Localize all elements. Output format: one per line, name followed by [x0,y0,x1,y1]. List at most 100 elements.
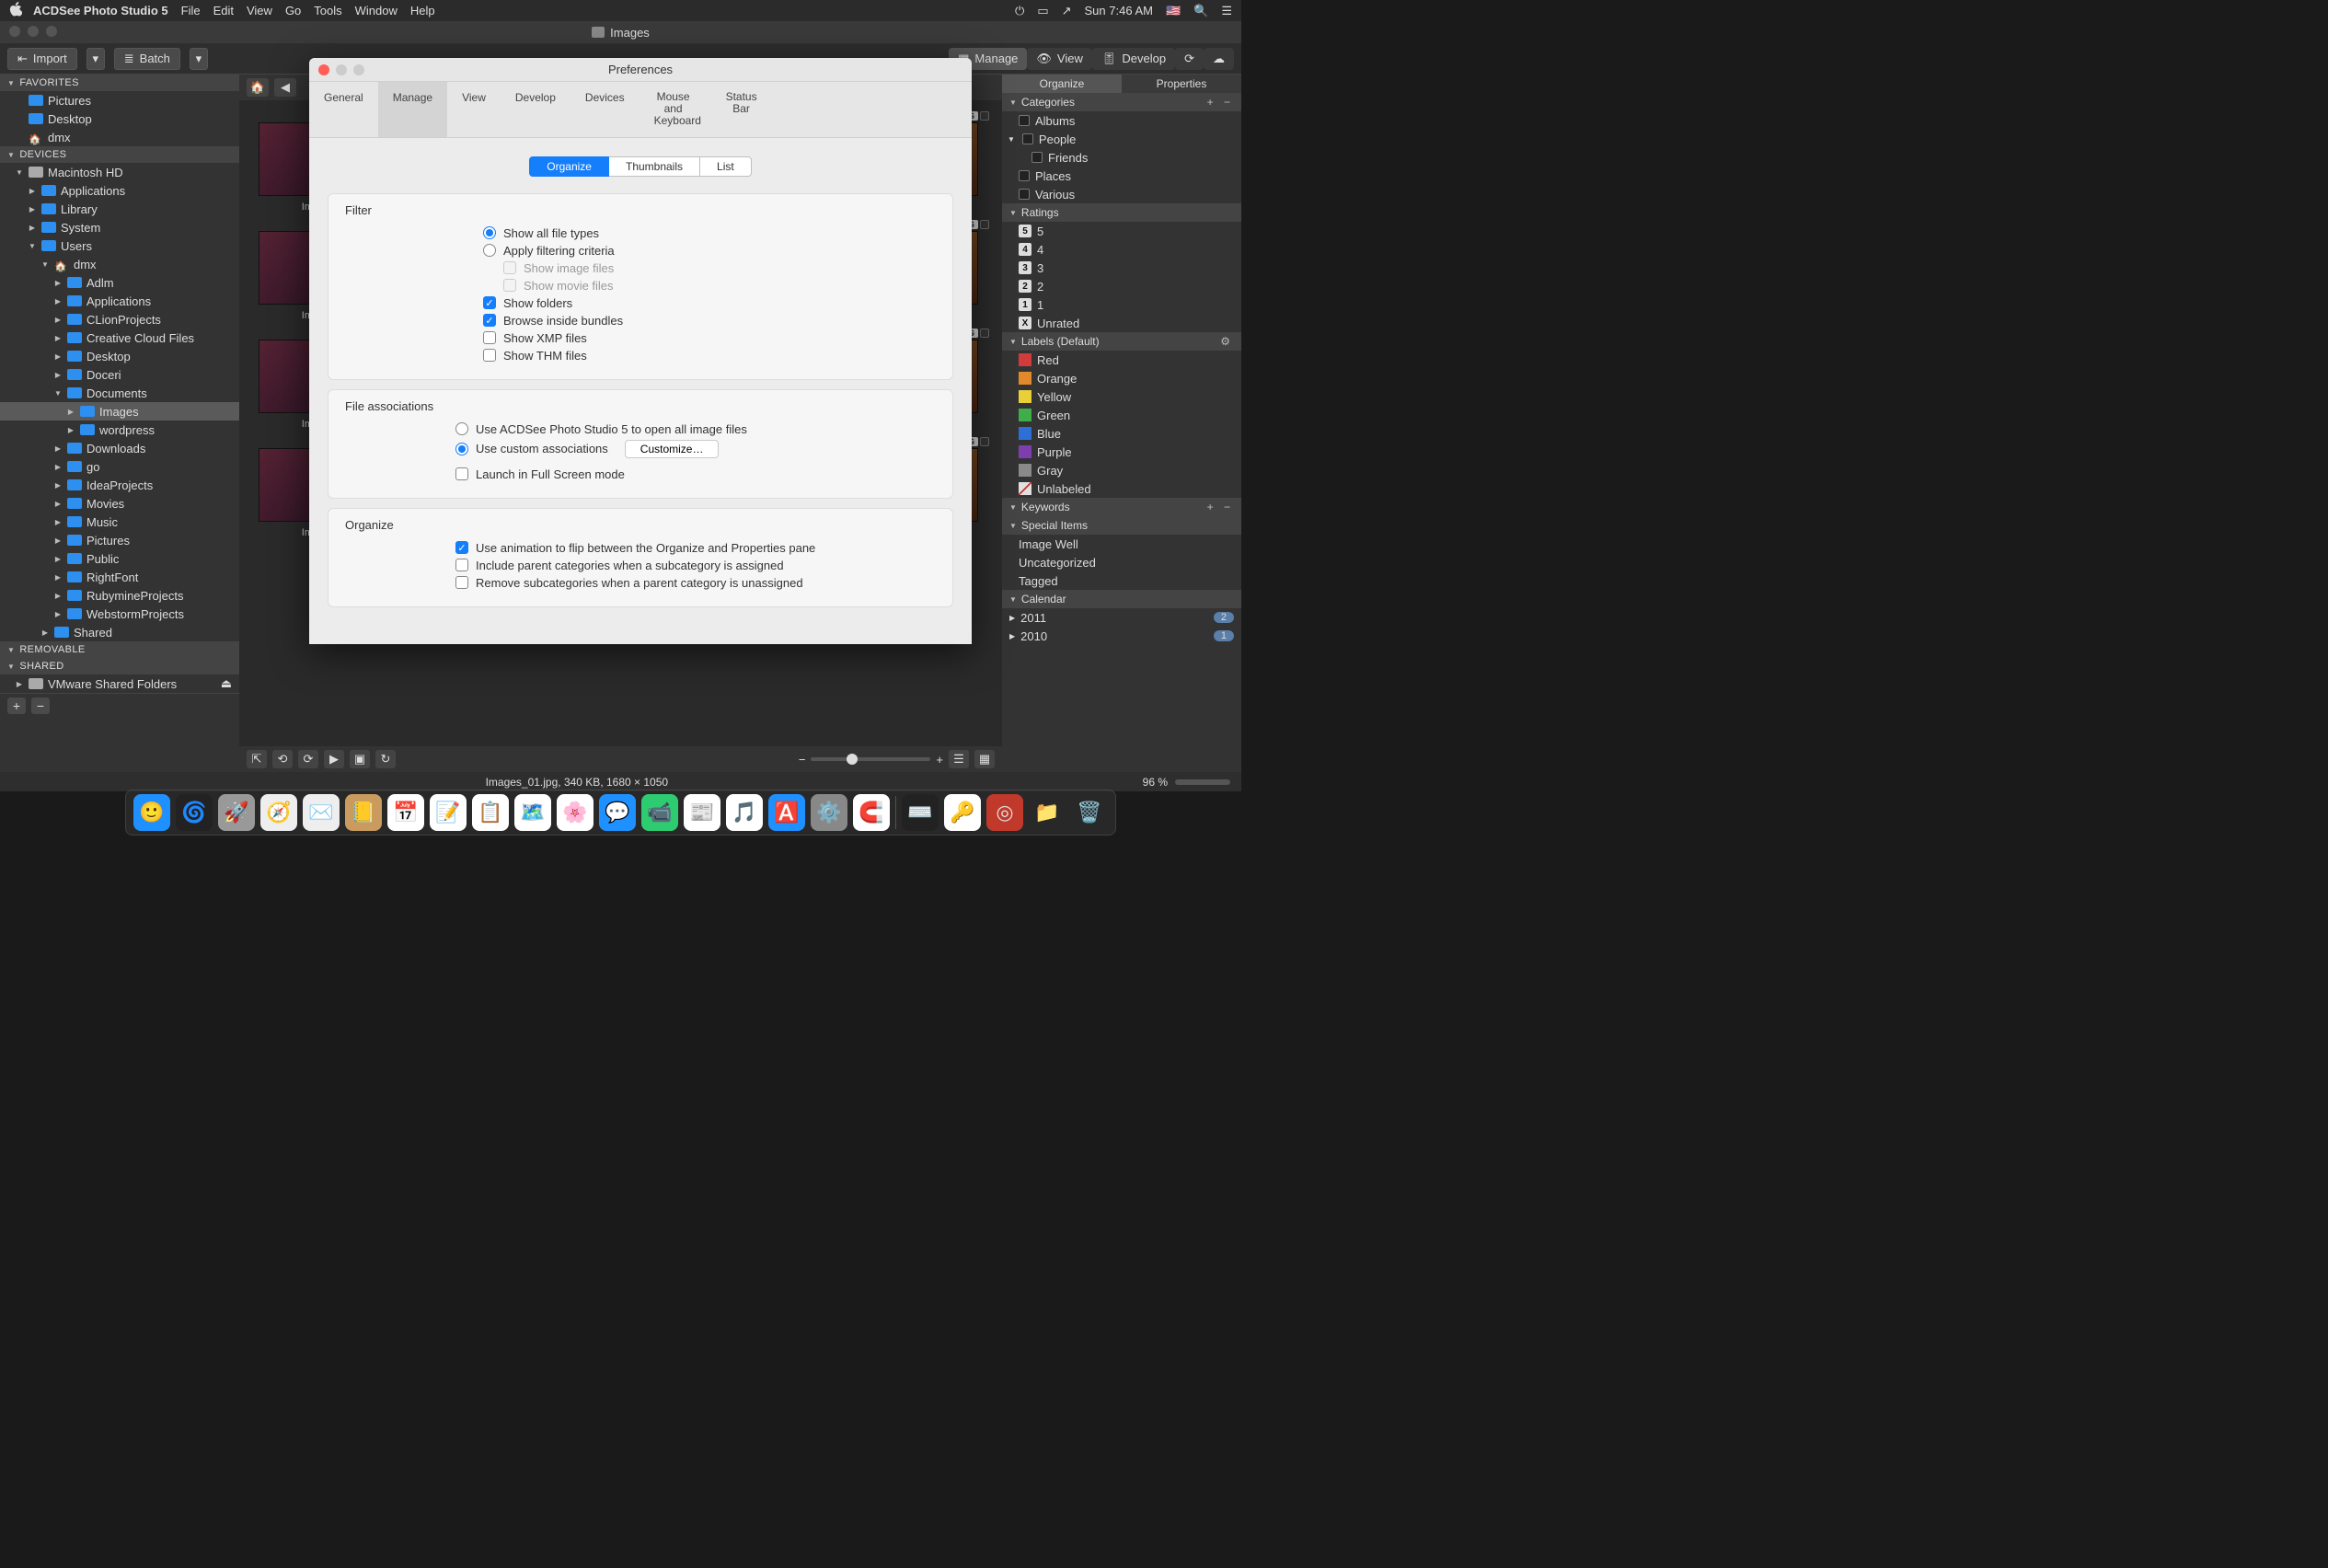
expand-chevron-icon[interactable]: ▶ [53,444,63,453]
tree-item[interactable]: ▶ RightFont [0,568,239,586]
special-item[interactable]: Image Well [1002,535,1241,553]
radio-use-acdsee[interactable] [455,422,468,435]
special-item[interactable]: Tagged [1002,571,1241,590]
expand-chevron-icon[interactable]: ▶ [53,463,63,471]
label-item[interactable]: Green [1002,406,1241,424]
expand-chevron-icon[interactable]: ▶ [53,371,63,379]
view-grid-icon[interactable]: ▦ [974,750,995,768]
tree-item[interactable]: ▶ CLionProjects [0,310,239,329]
label-item[interactable]: Blue [1002,424,1241,443]
expand-chevron-icon[interactable]: ▶ [53,592,63,600]
tree-item[interactable]: ▶ Desktop [0,347,239,365]
nav-home-icon[interactable]: 🏠 [247,78,269,97]
grp-keywords[interactable]: Keywords+ − [1002,498,1241,516]
nav-back-icon[interactable]: ◀ [274,78,296,97]
chk-browse-bundles[interactable] [483,314,496,327]
tag-badge[interactable] [980,437,989,446]
label-item[interactable]: Yellow [1002,387,1241,406]
tree-item[interactable]: ▶ Downloads [0,439,239,457]
calendar-item[interactable]: ▶ 2010 1 [1002,627,1241,645]
category-checkbox[interactable] [1019,189,1030,200]
menubar-list-icon[interactable]: ☰ [1221,4,1232,18]
batch-button[interactable]: ≣ Batch [114,48,180,70]
dock-safari-icon[interactable]: 🧭 [260,794,297,831]
zoom-window-icon[interactable] [46,26,57,37]
special-item[interactable]: Uncategorized [1002,553,1241,571]
expand-chevron-icon[interactable]: ▶ [53,500,63,508]
label-item[interactable]: Purple [1002,443,1241,461]
rotate-left-icon[interactable]: ⟲ [272,750,293,768]
mode-360[interactable]: ⟳ [1175,48,1204,70]
keywords-add-remove[interactable]: + − [1207,501,1234,513]
dock-magnet-icon[interactable]: 🧲 [853,794,890,831]
expand-chevron-icon[interactable]: ▶ [66,408,75,416]
category-checkbox[interactable] [1022,133,1033,144]
section-favorites[interactable]: FAVORITES [0,75,239,91]
radio-apply-filter[interactable] [483,244,496,257]
dock-notes-icon[interactable]: 📝 [430,794,467,831]
thumb-size-slider[interactable] [811,757,930,761]
tree-item[interactable]: ▶ Library [0,200,239,218]
section-removable[interactable]: REMOVABLE [0,641,239,658]
tree-item[interactable]: ▶ Applications [0,181,239,200]
tree-item[interactable]: ▶ Applications [0,292,239,310]
expand-chevron-icon[interactable]: ▶ [53,334,63,342]
dock-facetime-icon[interactable]: 📹 [641,794,678,831]
label-item[interactable]: Red [1002,351,1241,369]
rating-item[interactable]: 4 4 [1002,240,1241,259]
label-item[interactable]: Gray [1002,461,1241,479]
expand-chevron-icon[interactable]: ▼ [53,389,63,398]
rotate-right-icon[interactable]: ⟳ [298,750,318,768]
prefs-tab-general[interactable]: General [309,82,378,137]
refresh-icon[interactable]: ↻ [375,750,396,768]
section-shared[interactable]: SHARED [0,658,239,674]
prefs-tab-manage[interactable]: Manage [378,82,447,137]
expand-chevron-icon[interactable]: ▶ [53,518,63,526]
favorite-item[interactable]: dmx [0,128,239,146]
prefs-tab-devices[interactable]: Devices [570,82,640,137]
tree-item[interactable]: ▶ Pictures [0,531,239,549]
chk-include-parent[interactable] [455,559,468,571]
rating-item[interactable]: 5 5 [1002,222,1241,240]
category-item[interactable]: Friends [1002,148,1241,167]
tree-item[interactable]: ▶ System [0,218,239,236]
menubar-notif-icon[interactable]: ↗ [1062,4,1072,18]
prefs-tab-develop[interactable]: Develop [501,82,570,137]
dock-siri-icon[interactable]: 🌀 [176,794,213,831]
dock-itunes-icon[interactable]: 🎵 [726,794,763,831]
labels-gear-icon[interactable]: ⚙ [1220,335,1234,348]
dock-maps-icon[interactable]: 🗺️ [514,794,551,831]
seg-list[interactable]: List [700,156,752,177]
radio-custom-assoc[interactable] [455,443,468,455]
label-item[interactable]: Orange [1002,369,1241,387]
close-window-icon[interactable] [9,26,20,37]
tag-badge[interactable] [980,111,989,121]
chk-remove-sub[interactable] [455,576,468,589]
external-icon[interactable]: ⇱ [247,750,267,768]
tree-item[interactable]: ▼ dmx [0,255,239,273]
dock-contacts-icon[interactable]: 📒 [345,794,382,831]
category-checkbox[interactable] [1019,170,1030,181]
grp-ratings[interactable]: Ratings [1002,203,1241,222]
expand-chevron-icon[interactable]: ▶ [53,352,63,361]
menu-file[interactable]: File [181,4,201,17]
grp-categories[interactable]: Categories+ − [1002,93,1241,111]
menubar-power-icon[interactable]: ⏻ [1015,4,1024,18]
expand-chevron-icon[interactable]: ▶ [28,205,37,213]
app-name[interactable]: ACDSee Photo Studio 5 [33,4,168,17]
seg-thumbnails[interactable]: Thumbnails [609,156,700,177]
compare-icon[interactable]: ▣ [350,750,370,768]
expand-chevron-icon[interactable]: ▶ [28,187,37,195]
rating-item[interactable]: 3 3 [1002,259,1241,277]
category-checkbox[interactable] [1019,115,1030,126]
expand-chevron-icon[interactable]: ▶ [15,680,24,688]
seg-organize[interactable]: Organize [529,156,609,177]
import-dropdown[interactable]: ▾ [86,48,105,70]
dock-terminal-icon[interactable]: ⌨️ [902,794,939,831]
tab-organize[interactable]: Organize [1002,75,1122,93]
add-favorite-button[interactable]: + [7,698,26,714]
import-button[interactable]: ⇤ Import [7,48,77,70]
tree-item[interactable]: ▼ Documents [0,384,239,402]
chk-fullscreen[interactable] [455,467,468,480]
dock-messages-icon[interactable]: 💬 [599,794,636,831]
